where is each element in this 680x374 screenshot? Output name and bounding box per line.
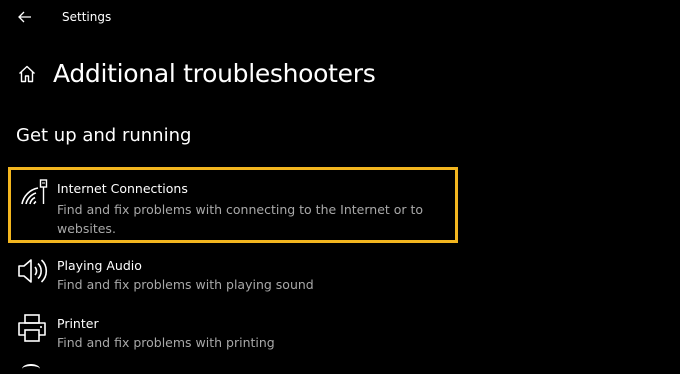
- title-bar: Settings: [0, 0, 680, 34]
- back-button[interactable]: [14, 6, 36, 28]
- next-item-icon: [22, 364, 40, 374]
- troubleshooter-internet-connections[interactable]: Internet Connections Find and fix proble…: [8, 167, 458, 243]
- back-arrow-icon: [18, 11, 31, 23]
- home-button[interactable]: [16, 63, 38, 85]
- item-name: Internet Connections: [57, 181, 188, 196]
- page-title: Additional troubleshooters: [53, 59, 376, 88]
- troubleshooter-printer[interactable]: Printer Find and fix problems with print…: [8, 310, 458, 358]
- troubleshooter-playing-audio[interactable]: Playing Audio Find and fix problems with…: [8, 252, 458, 300]
- speaker-icon: [18, 259, 48, 283]
- item-name: Playing Audio: [57, 258, 142, 273]
- wifi-network-icon: [21, 179, 48, 205]
- item-description: Find and fix problems with playing sound: [57, 277, 314, 292]
- item-description: Find and fix problems with printing: [57, 335, 275, 350]
- item-name: Printer: [57, 316, 99, 331]
- home-icon: [19, 65, 35, 83]
- section-title: Get up and running: [16, 125, 192, 146]
- app-title: Settings: [62, 10, 112, 24]
- printer-icon: [18, 314, 46, 342]
- item-description: Find and fix problems with connecting to…: [57, 202, 424, 236]
